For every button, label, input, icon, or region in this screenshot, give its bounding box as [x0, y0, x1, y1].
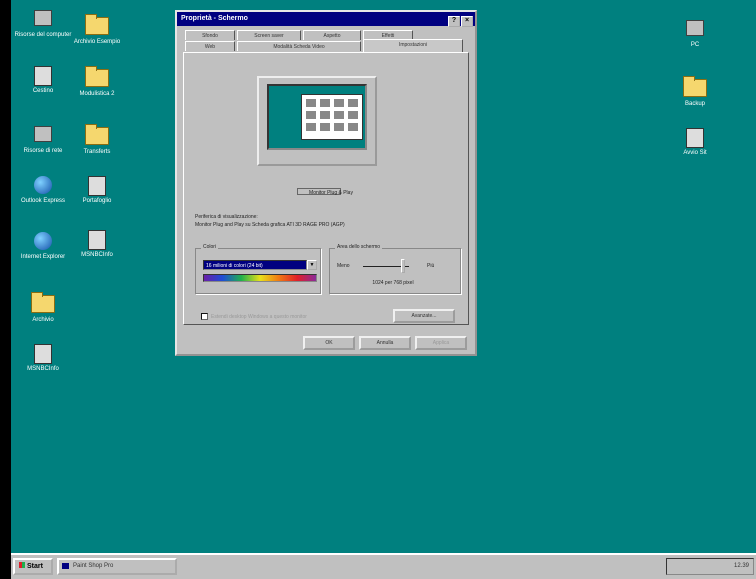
computer-icon	[31, 10, 55, 30]
tab-web[interactable]: Web	[185, 41, 235, 51]
recycle-bin-icon	[31, 66, 55, 86]
monitor-caption: Monitor Plug & Play	[309, 190, 353, 196]
color-palette-bar	[203, 274, 317, 282]
advanced-button[interactable]: Avanzate...	[393, 309, 455, 323]
app-icon	[62, 563, 69, 569]
desktop-icon-msnbc-1[interactable]: MSNBCInfo	[65, 230, 129, 259]
desktop-icon-briefcase[interactable]: Portafoglio	[65, 176, 129, 205]
title-buttons: ? ×	[447, 14, 473, 28]
clock[interactable]: 12.39	[734, 563, 749, 569]
screen-area-more: Più	[427, 263, 435, 269]
screen-area-less: Meno	[337, 263, 350, 269]
start-button[interactable]: Start	[13, 558, 53, 575]
folder-icon	[85, 124, 109, 147]
computer-icon	[683, 20, 707, 40]
briefcase-icon	[85, 176, 109, 196]
screen: Risorse del computer Archivio Esempio Ce…	[0, 0, 756, 579]
monitor-preview	[257, 76, 377, 166]
desktop-icon-pc-right[interactable]: PC	[663, 20, 727, 49]
windows-logo-icon	[19, 562, 25, 568]
folder-icon	[85, 66, 109, 89]
display-properties-window: Proprietà - Schermo ? × Sfondo Screen sav…	[175, 10, 477, 356]
colors-group	[195, 248, 321, 294]
app-icon	[85, 230, 109, 250]
extend-desktop-label: Estendi desktop Windows a questo monitor	[211, 314, 307, 320]
screen-area-label: Area dello schermo	[335, 244, 383, 250]
system-tray: 12.39	[666, 558, 754, 575]
taskbar: Start Paint Shop Pro 12.39	[11, 553, 756, 579]
folder-icon	[31, 292, 55, 315]
display-value: Monitor Plug and Play su Scheda grafica …	[195, 222, 345, 228]
colors-select[interactable]: 16 milioni di colori (24 bit)	[203, 260, 307, 270]
help-icon[interactable]: ?	[448, 16, 460, 27]
extend-desktop-checkbox[interactable]	[201, 313, 208, 320]
title-bar[interactable]: Proprietà - Schermo ? ×	[177, 12, 475, 28]
colors-label: Colori	[201, 244, 219, 250]
display-label: Periferica di visualizzazione:	[195, 214, 258, 220]
desktop-icon-folder-4[interactable]: Archivio	[11, 292, 75, 324]
network-icon	[31, 126, 55, 146]
desktop-icon-folder-3[interactable]: Transferts	[65, 124, 129, 156]
tab-background[interactable]: Sfondo	[185, 30, 235, 40]
screen-area-value: 1024 per 768 pixel	[372, 280, 414, 286]
desktop: Risorse del computer Archivio Esempio Ce…	[11, 0, 756, 553]
tab-video-card[interactable]: Modalità Scheda Video	[237, 41, 361, 51]
folder-icon	[85, 14, 109, 37]
tab-settings[interactable]: Impostazioni	[363, 39, 463, 52]
shortcut-icon	[683, 128, 707, 148]
cancel-button[interactable]: Annulla	[359, 336, 411, 350]
chevron-down-icon[interactable]: ▼	[307, 260, 317, 270]
ok-button[interactable]: OK	[303, 336, 355, 350]
desktop-icon-msnbc-2[interactable]: MSNBCInfo	[11, 344, 75, 373]
taskbar-task-paint-shop[interactable]: Paint Shop Pro	[57, 558, 177, 575]
desktop-icon-folder-1[interactable]: Archivio Esempio	[65, 14, 129, 46]
screen-area-group	[329, 248, 461, 294]
window-title: Proprietà - Schermo	[181, 15, 248, 22]
folder-icon	[683, 76, 707, 99]
apply-button[interactable]: Applica	[415, 336, 467, 350]
desktop-icon-shortcut-right[interactable]: Avvio Sit	[663, 128, 727, 157]
desktop-icon-folder-right[interactable]: Backup	[663, 76, 727, 108]
preview-window	[301, 94, 363, 140]
tab-screen-saver[interactable]: Screen saver	[237, 30, 301, 40]
monitor-screen	[267, 84, 367, 150]
screen-area-slider[interactable]	[401, 259, 405, 273]
app-icon	[31, 344, 55, 364]
desktop-icon-folder-2[interactable]: Modulistica 2	[65, 66, 129, 98]
close-icon[interactable]: ×	[461, 16, 473, 27]
outlook-icon	[31, 176, 55, 196]
tab-appearance[interactable]: Aspetto	[303, 30, 361, 40]
globe-icon	[31, 232, 55, 252]
